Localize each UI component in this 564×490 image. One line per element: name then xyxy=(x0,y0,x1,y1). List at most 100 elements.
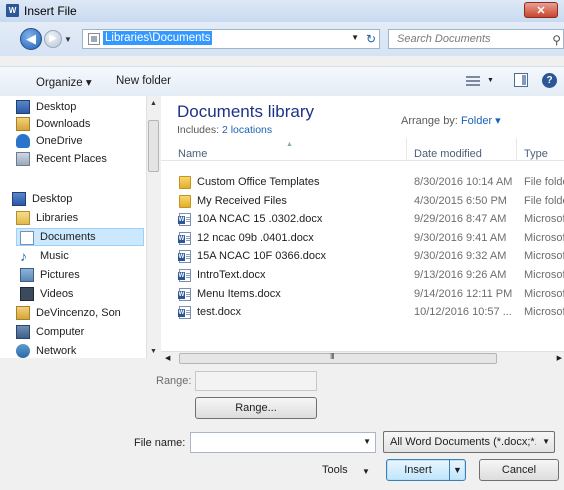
file-name-input[interactable]: ▼ xyxy=(190,432,376,453)
folder-icon xyxy=(179,194,191,208)
file-list-pane: Documents library Includes: 2 locations … xyxy=(161,96,564,358)
views-icon[interactable] xyxy=(466,74,480,87)
nav-item-label: Downloads xyxy=(36,118,91,130)
hscroll-thumb[interactable]: III xyxy=(179,352,497,364)
arrange-by: Arrange by: Folder ▾ xyxy=(401,114,501,127)
arrange-dropdown[interactable]: Folder ▾ xyxy=(461,115,501,127)
nav-scrollbar[interactable]: ▲ ▼ xyxy=(146,96,161,358)
file-type: File folder xyxy=(524,176,564,188)
word-document-icon xyxy=(178,269,191,282)
word-document-icon xyxy=(178,287,191,301)
title-bar: W Insert File ✕ xyxy=(0,0,564,23)
word-document-icon xyxy=(178,213,191,227)
nav-item-label: Recent Places xyxy=(36,153,107,165)
recent-locations-dropdown[interactable]: ▼ xyxy=(64,35,72,44)
insert-button[interactable]: Insert ▼ xyxy=(386,459,466,481)
nav-item-label: OneDrive xyxy=(36,135,83,147)
file-row[interactable]: test.docx 10/12/2016 10:57 ... Microsoft xyxy=(161,304,564,321)
library-icon xyxy=(88,33,100,45)
file-row[interactable]: 12 ncac 09b .0401.docx 9/30/2016 9:41 AM M… xyxy=(161,230,564,247)
downloads-icon xyxy=(16,117,30,131)
desktop-icon xyxy=(16,100,30,114)
search-icon[interactable]: ⚲ xyxy=(552,33,561,47)
file-name-dropdown-icon[interactable]: ▼ xyxy=(363,437,371,446)
address-row: ◀ ▶ ▼ Libraries\Documents ▼ ↻ Search Doc… xyxy=(0,22,564,56)
address-bar[interactable]: Libraries\Documents ▼ ↻ xyxy=(82,29,380,49)
word-document-icon xyxy=(178,306,191,320)
refresh-icon[interactable]: ↻ xyxy=(366,32,376,46)
sort-ascending-icon: ▲ xyxy=(286,141,293,148)
scroll-right-icon[interactable]: ▶ xyxy=(557,354,562,362)
insert-label[interactable]: Insert xyxy=(387,460,449,480)
file-name: 12 ncac 09b .0401.docx xyxy=(197,231,314,244)
nav-item-label: Music xyxy=(40,250,69,262)
file-type: File folder xyxy=(524,194,564,207)
back-button[interactable]: ◀ xyxy=(20,28,42,50)
scroll-grip-icon: III xyxy=(330,352,335,361)
file-type-dropdown-icon[interactable]: ▼ xyxy=(542,437,550,446)
folder-icon xyxy=(179,176,191,189)
forward-button[interactable]: ▶ xyxy=(44,30,62,48)
scroll-down-icon[interactable]: ▼ xyxy=(150,348,157,355)
views-dropdown-icon[interactable]: ▼ xyxy=(487,77,494,84)
file-name: test.docx xyxy=(197,306,242,319)
window-title: Insert File xyxy=(24,4,77,18)
column-date-modified[interactable]: Date modified xyxy=(414,148,482,160)
address-path[interactable]: Libraries\Documents xyxy=(103,31,213,45)
file-date-modified: 9/30/2016 9:41 AM xyxy=(414,231,507,244)
range-button[interactable]: Range... xyxy=(195,397,317,419)
close-button[interactable]: ✕ xyxy=(524,2,558,18)
file-row[interactable]: My Received Files 4/30/2015 6:50 PM File f… xyxy=(161,193,564,210)
file-date-modified: 9/30/2016 9:32 AM xyxy=(414,250,507,263)
file-row[interactable]: IntroText.docx 9/13/2016 9:26 AM Microsoft xyxy=(161,267,564,284)
insert-dropdown-icon[interactable]: ▼ xyxy=(453,460,462,480)
computer-icon xyxy=(16,325,30,339)
file-row[interactable]: Menu Items.docx 9/14/2016 12:11 PM Microso… xyxy=(161,286,564,303)
tools-dropdown-icon[interactable]: ▼ xyxy=(362,467,370,476)
scroll-left-icon[interactable]: ◀ xyxy=(165,354,170,362)
nav-item-label: DeVincenzo, Son xyxy=(36,307,121,319)
documents-icon xyxy=(20,231,34,245)
file-date-modified: 8/30/2016 10:14 AM xyxy=(414,176,513,188)
file-type: Microsoft xyxy=(524,213,564,226)
file-type: Microsoft xyxy=(524,306,564,319)
file-row[interactable]: 15A NCAC 10F 0366.docx 9/30/2016 9:32 AM M… xyxy=(161,248,564,265)
file-date-modified: 9/14/2016 12:11 PM xyxy=(414,287,513,300)
file-type-select[interactable]: All Word Documents (*.docx;*.d ▼ xyxy=(383,431,555,453)
library-title: Documents library xyxy=(177,102,314,121)
insert-file-dialog: W Insert File ✕ ◀ ▶ ▼ Libraries\Document… xyxy=(0,0,564,490)
cancel-button[interactable]: Cancel xyxy=(479,459,559,481)
address-dropdown-icon[interactable]: ▼ xyxy=(351,33,359,42)
navigation-pane[interactable]: Desktop Downloads OneDrive Recent Places Des… xyxy=(0,96,161,358)
search-input[interactable]: Search Documents ⚲ xyxy=(388,29,564,49)
column-header-row: ▲ Name Date modified Type xyxy=(161,138,564,161)
desktop-icon xyxy=(12,192,26,206)
preview-pane-icon[interactable] xyxy=(514,73,528,87)
pictures-icon xyxy=(20,268,34,282)
new-folder-button[interactable]: New folder xyxy=(116,75,171,87)
includes-prefix: Includes: xyxy=(177,124,220,136)
nav-item-label: Videos xyxy=(40,288,74,300)
onedrive-icon xyxy=(16,134,30,148)
file-name: IntroText.docx xyxy=(197,269,266,281)
nav-scroll-thumb[interactable] xyxy=(148,120,159,172)
file-row[interactable]: 10A NCAC 15 .0302.docx 9/29/2016 8:47 AM M… xyxy=(161,211,564,228)
file-date-modified: 9/29/2016 8:47 AM xyxy=(414,213,507,226)
help-icon[interactable]: ? xyxy=(542,73,557,88)
music-icon: ♪ xyxy=(20,248,27,264)
file-name-label: File name: xyxy=(134,437,186,449)
locations-link[interactable]: 2 locations xyxy=(222,124,272,136)
file-date-modified: 4/30/2015 6:50 PM xyxy=(414,194,507,207)
command-toolbar: Organize ▾ New folder ▼ ? xyxy=(0,66,564,98)
organize-menu-button[interactable]: Organize ▾ xyxy=(36,75,92,89)
file-row[interactable]: Custom Office Templates 8/30/2016 10:14 A… xyxy=(161,174,564,191)
library-includes: Includes: 2 locations xyxy=(177,124,272,136)
horizontal-scrollbar[interactable]: ◀ III ▶ xyxy=(161,351,564,366)
scroll-up-icon[interactable]: ▲ xyxy=(150,100,157,107)
nav-item-documents[interactable]: Documents xyxy=(16,228,144,246)
file-type: Microsoft xyxy=(524,269,564,281)
tools-button[interactable]: Tools xyxy=(322,464,348,476)
column-name[interactable]: Name xyxy=(178,148,207,160)
range-label: Range: xyxy=(156,375,192,387)
column-type[interactable]: Type xyxy=(524,148,548,160)
